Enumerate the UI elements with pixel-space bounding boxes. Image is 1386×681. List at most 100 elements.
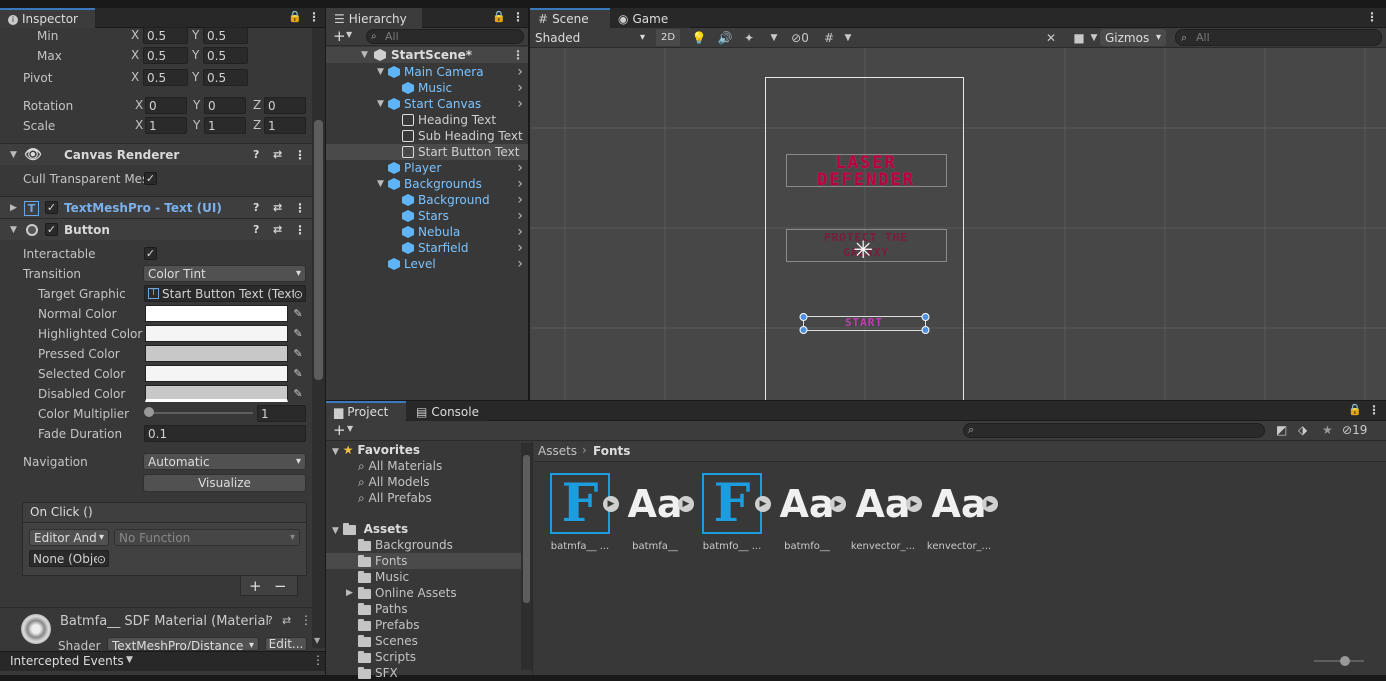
scale-y-field[interactable]: 1 bbox=[204, 117, 246, 134]
folder-item[interactable]: Music bbox=[326, 569, 521, 585]
chevron-right-icon[interactable]: › bbox=[517, 208, 523, 224]
hidden-packages-icon[interactable]: ⊘19 bbox=[1342, 423, 1367, 437]
start-button-text[interactable]: START bbox=[803, 316, 925, 330]
add-event-button[interactable]: + bbox=[249, 577, 262, 595]
more-menu-icon[interactable]: ⋮ bbox=[312, 653, 324, 667]
lock-icon[interactable]: 🔒 bbox=[288, 10, 302, 23]
add-icon[interactable]: + bbox=[333, 421, 346, 439]
tab-console[interactable]: ▤ Console bbox=[408, 401, 488, 421]
target-graphic-field[interactable]: T Start Button Text (Text ⊙ bbox=[144, 285, 306, 302]
onclick-object-field[interactable]: None (Obje ⊙ bbox=[29, 550, 109, 567]
chevron-right-icon[interactable]: › bbox=[517, 96, 523, 112]
color-multiplier-slider-handle[interactable] bbox=[144, 407, 154, 417]
object-picker-icon[interactable]: ⊙ bbox=[293, 286, 303, 301]
scroll-down-arrow-icon[interactable]: ▼ bbox=[314, 636, 320, 645]
favorite-item[interactable]: ⌕ All Materials bbox=[358, 458, 442, 474]
chevron-right-icon[interactable]: › bbox=[517, 240, 523, 256]
project-search-input[interactable]: ⌕ bbox=[963, 423, 1265, 438]
component-menu-icon[interactable]: ⋮ bbox=[294, 219, 306, 241]
scene-viewport[interactable]: LASER DEFENDER PROTECT THE GALAXY ✳ STAR… bbox=[530, 48, 1386, 400]
pivot-y-field[interactable]: 0.5 bbox=[203, 69, 248, 86]
textmeshpro-header[interactable]: ▶ T ✓ TextMeshPro - Text (UI) ? ⇄ ⋮ bbox=[0, 196, 312, 218]
hidden-objects-icon[interactable]: ⊘0 bbox=[784, 28, 816, 48]
breadcrumb-fonts[interactable]: Fonts bbox=[593, 444, 630, 458]
tab-project[interactable]: ▆ Project bbox=[326, 401, 406, 421]
chevron-down-icon[interactable]: ▼ bbox=[126, 655, 133, 665]
component-menu-icon[interactable]: ⋮ bbox=[294, 197, 306, 219]
hierarchy-item[interactable]: Music › bbox=[326, 80, 528, 96]
component-menu-icon[interactable]: ⋮ bbox=[294, 144, 306, 166]
inspector-scrollbar-thumb[interactable] bbox=[314, 120, 323, 380]
button-enabled-checkbox[interactable]: ✓ bbox=[45, 223, 58, 236]
interactable-checkbox[interactable]: ✓ bbox=[144, 247, 157, 260]
canvas-renderer-header[interactable]: ▼ 👁 Canvas Renderer ? ⇄ ⋮ bbox=[0, 143, 312, 165]
favorite-item[interactable]: ⌕ All Models bbox=[358, 474, 430, 490]
hierarchy-item[interactable]: Player › bbox=[326, 160, 528, 176]
chevron-down-icon[interactable]: ▼ bbox=[1088, 28, 1100, 48]
foldout-arrow-icon[interactable]: ▼ bbox=[377, 176, 384, 192]
rotation-x-field[interactable]: 0 bbox=[145, 97, 187, 114]
foldout-arrow-icon[interactable]: ▶ bbox=[346, 585, 353, 601]
filter-by-type-icon[interactable]: ◩ bbox=[1276, 423, 1287, 437]
tab-game[interactable]: ◉ Game bbox=[610, 8, 690, 28]
eyedropper-icon[interactable]: ✎ bbox=[290, 325, 306, 342]
expand-asset-icon[interactable]: ▶ bbox=[906, 496, 922, 512]
eyedropper-icon[interactable]: ✎ bbox=[290, 385, 306, 402]
shading-mode-dropdown[interactable]: Shaded bbox=[530, 29, 650, 46]
preset-icon[interactable]: ⇄ bbox=[273, 197, 282, 219]
2d-toggle-button[interactable]: 2D bbox=[656, 29, 680, 46]
folder-item[interactable]: ▶ Online Assets bbox=[326, 585, 521, 601]
hierarchy-item[interactable]: Start Button Text bbox=[326, 144, 528, 160]
chevron-right-icon[interactable]: › bbox=[517, 224, 523, 240]
tab-scene[interactable]: # Scene bbox=[530, 8, 610, 28]
folder-item[interactable]: SFX bbox=[326, 665, 521, 681]
tab-hierarchy[interactable]: ☰ Hierarchy bbox=[326, 8, 422, 28]
foldout-arrow-icon[interactable]: ▼ bbox=[332, 447, 339, 457]
camera-icon[interactable]: ■ bbox=[1070, 28, 1088, 48]
button-component-header[interactable]: ▼ ✓ Button ? ⇄ ⋮ bbox=[0, 218, 312, 240]
remove-event-button[interactable]: − bbox=[274, 577, 287, 595]
more-menu-icon[interactable]: ⋮ bbox=[1368, 403, 1380, 417]
foldout-arrow-icon[interactable]: ▼ bbox=[10, 144, 17, 166]
chevron-right-icon[interactable]: › bbox=[517, 192, 523, 208]
foldout-arrow-icon[interactable]: ▼ bbox=[377, 96, 384, 112]
foldout-arrow-icon[interactable]: ▶ bbox=[10, 197, 17, 219]
rotation-y-field[interactable]: 0 bbox=[204, 97, 246, 114]
hierarchy-item[interactable]: Starfield › bbox=[326, 240, 528, 256]
edit-shader-button[interactable]: Edit... bbox=[265, 637, 307, 651]
folder-item[interactable]: Paths bbox=[326, 601, 521, 617]
tab-inspector[interactable]: i Inspector bbox=[0, 8, 95, 28]
expand-asset-icon[interactable]: ▶ bbox=[830, 496, 846, 512]
expand-asset-icon[interactable]: ▶ bbox=[678, 496, 694, 512]
hierarchy-item[interactable]: Stars › bbox=[326, 208, 528, 224]
hierarchy-item[interactable]: Level › bbox=[326, 256, 528, 272]
navigation-dropdown[interactable]: Automatic bbox=[143, 453, 306, 470]
filter-by-label-icon[interactable]: ⬗ bbox=[1298, 423, 1307, 437]
folder-item[interactable]: Scenes bbox=[326, 633, 521, 649]
textmeshpro-enabled-checkbox[interactable]: ✓ bbox=[45, 201, 58, 214]
fade-duration-field[interactable]: 0.1 bbox=[144, 425, 306, 442]
chevron-right-icon[interactable]: › bbox=[517, 64, 523, 80]
scene-row[interactable]: ▼ StartScene* ⋮ bbox=[326, 47, 528, 63]
anchor-max-x-field[interactable]: 0.5 bbox=[143, 47, 188, 64]
intercepted-events-label[interactable]: Intercepted Events bbox=[10, 654, 124, 668]
help-icon[interactable]: ? bbox=[253, 144, 259, 166]
chevron-down-icon[interactable]: ▼ bbox=[346, 30, 352, 39]
component-menu-icon[interactable]: ⋮ bbox=[300, 613, 312, 627]
more-menu-icon[interactable]: ⋮ bbox=[512, 10, 524, 24]
tools-icon[interactable]: ✕ bbox=[1042, 28, 1060, 48]
foldout-arrow-icon[interactable]: ▼ bbox=[332, 526, 339, 536]
hierarchy-item[interactable]: ▼ Main Camera › bbox=[326, 64, 528, 80]
hierarchy-item[interactable]: ▼ Start Canvas › bbox=[326, 96, 528, 112]
hierarchy-item[interactable]: Sub Heading Text bbox=[326, 128, 528, 144]
hierarchy-search-input[interactable]: ⌕ All bbox=[366, 29, 524, 44]
help-icon[interactable]: ? bbox=[253, 219, 259, 241]
folder-item[interactable]: Prefabs bbox=[326, 617, 521, 633]
anchor-max-y-field[interactable]: 0.5 bbox=[203, 47, 248, 64]
grid-snap-icon[interactable]: # bbox=[820, 28, 838, 48]
lock-icon[interactable]: 🔒 bbox=[1348, 403, 1362, 416]
function-dropdown[interactable]: No Function bbox=[114, 529, 300, 546]
folder-item[interactable]: Backgrounds bbox=[326, 537, 521, 553]
hierarchy-item[interactable]: ▼ Backgrounds › bbox=[326, 176, 528, 192]
more-menu-icon[interactable]: ⋮ bbox=[308, 10, 320, 24]
